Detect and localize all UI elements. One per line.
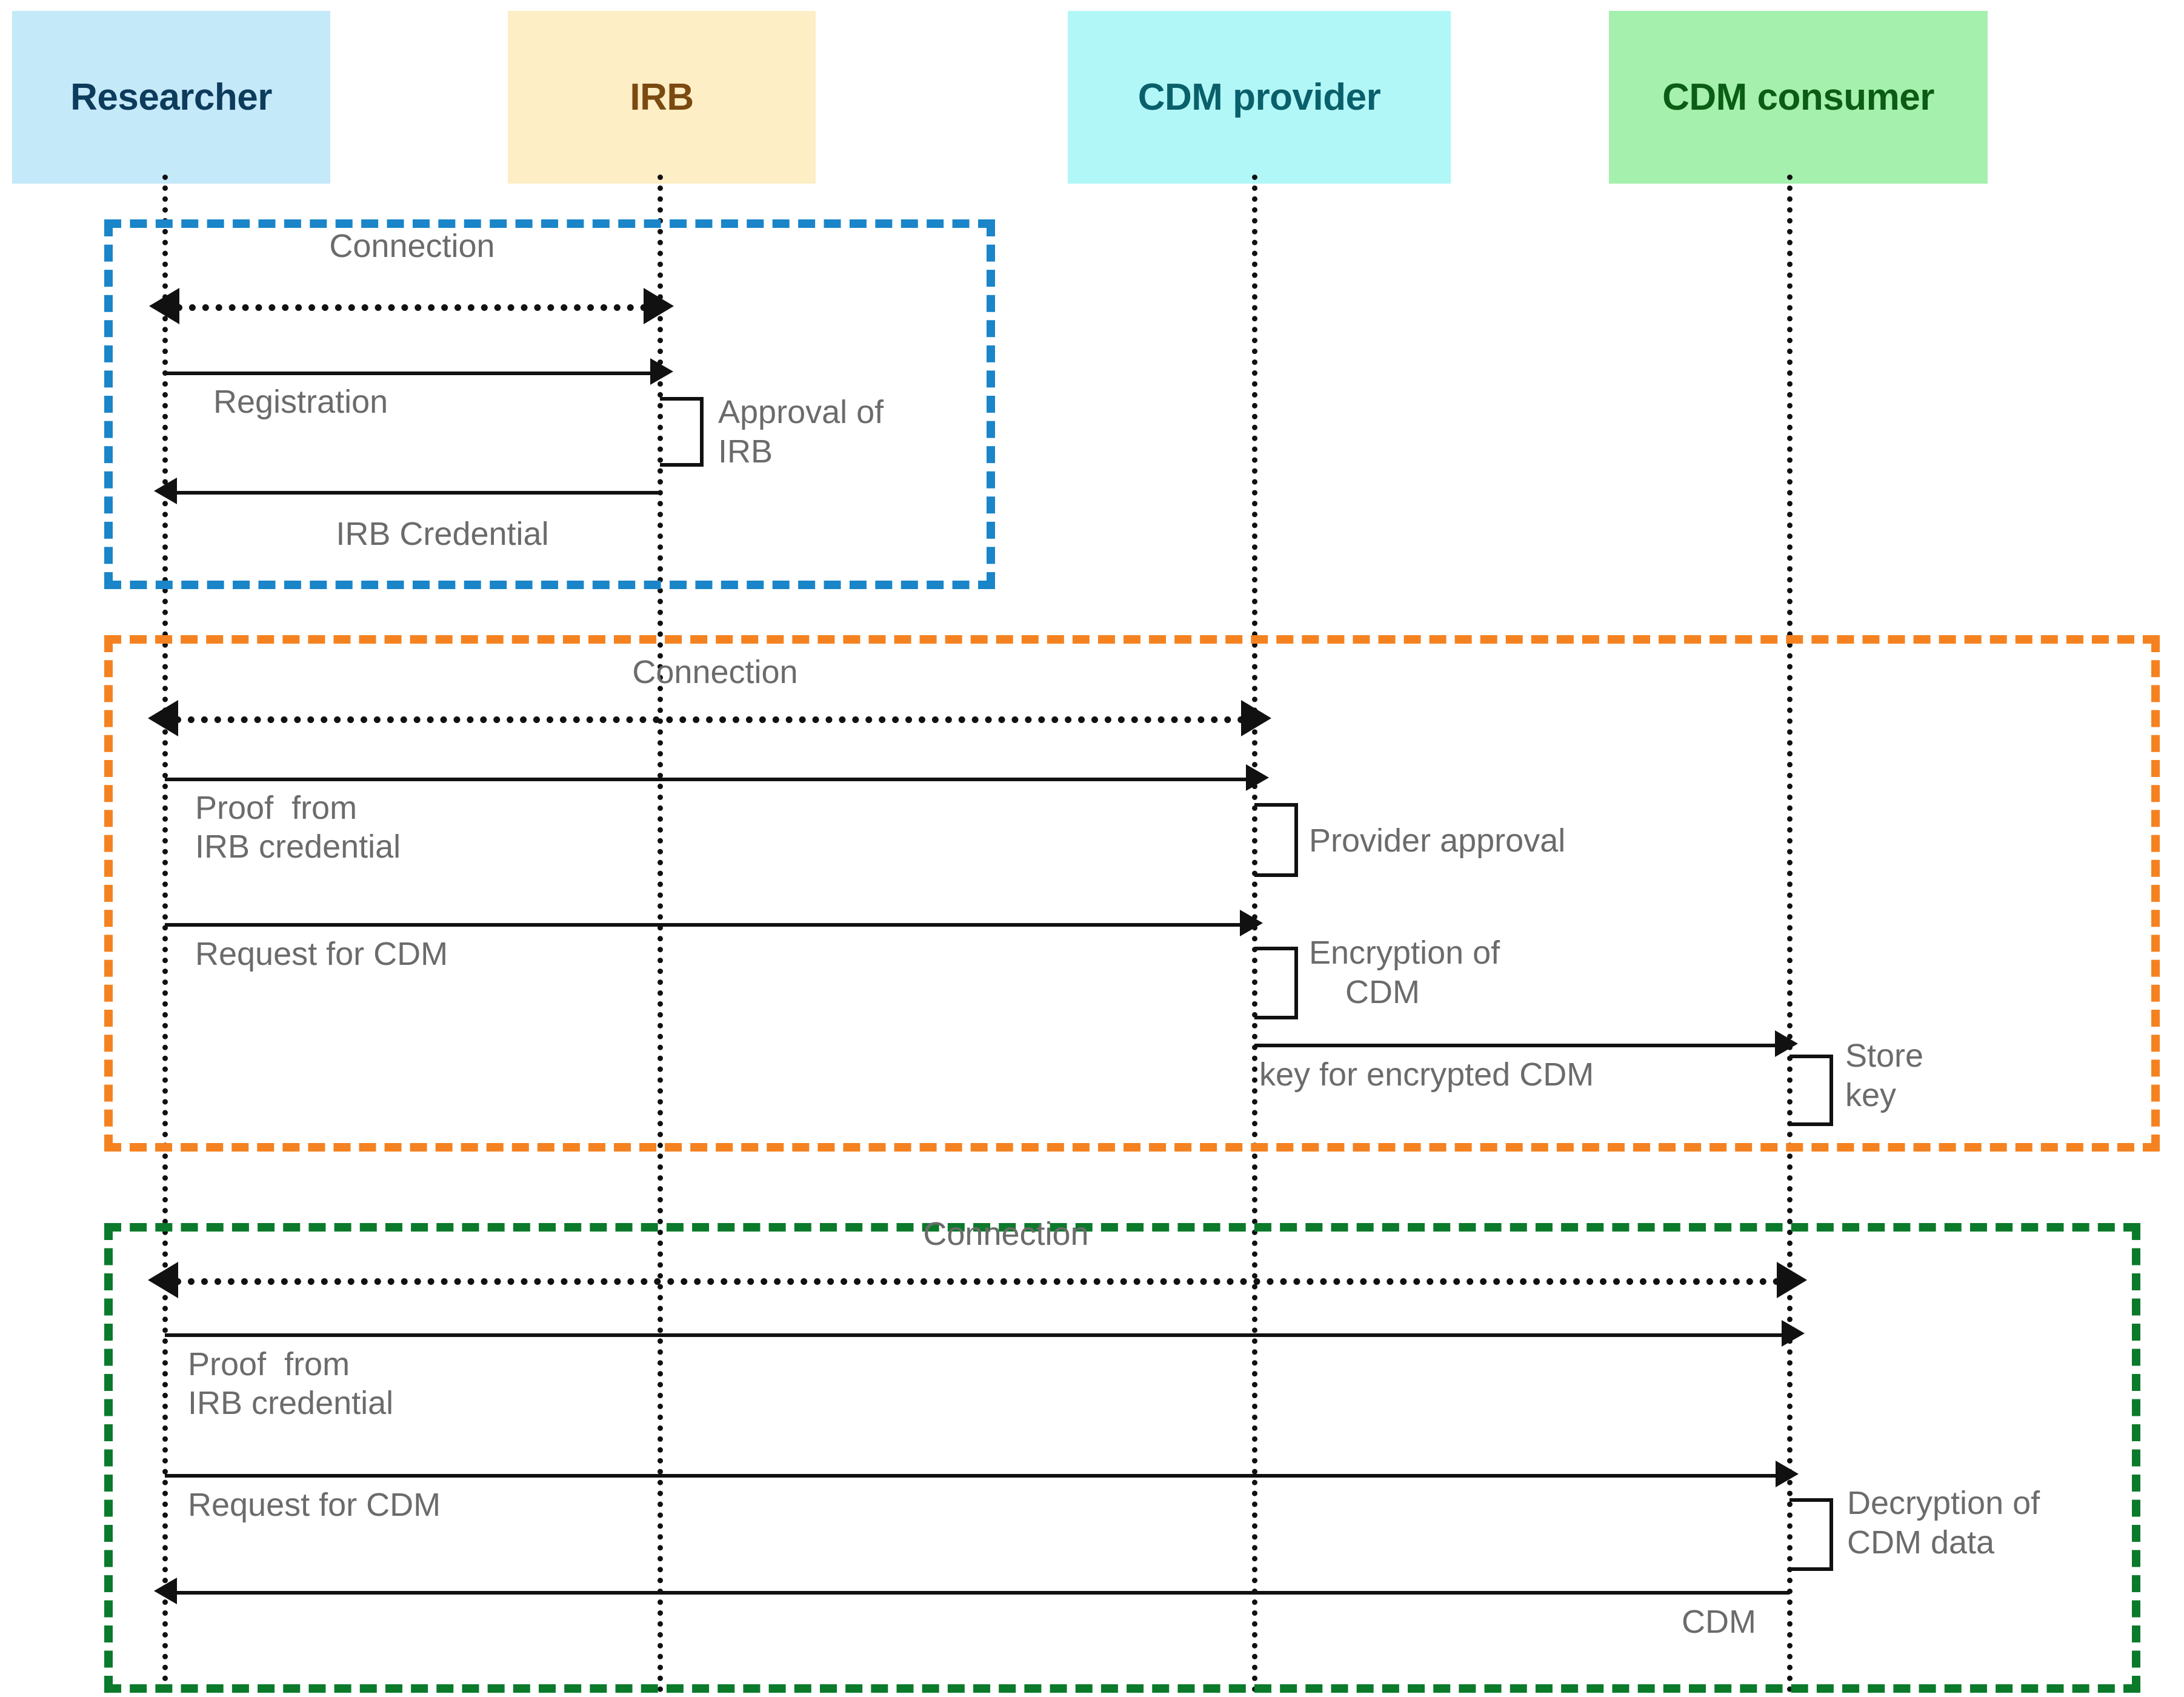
self-call-store-key: [1789, 1055, 1833, 1126]
actor-box-cdm-provider: CDM provider: [1068, 11, 1451, 184]
sequence-diagram-canvas: Researcher IRB CDM provider CDM consumer…: [0, 0, 2184, 1697]
message-line: [175, 716, 1245, 723]
actor-label-cdm-provider: CDM provider: [1137, 76, 1381, 118]
message-label-request-for-cdm-2: Request for CDM: [195, 936, 448, 972]
self-call-encryption-of-cdm: [1254, 947, 1298, 1019]
arrowhead-left-icon: [148, 1262, 178, 1298]
arrowhead-right-icon: [1782, 1320, 1805, 1347]
arrowhead-left-icon: [149, 288, 179, 324]
arrowhead-right-icon: [650, 358, 673, 385]
message-label-cdm: CDM: [1682, 1604, 1756, 1640]
self-call-provider-approval: [1254, 803, 1298, 877]
actor-label-irb: IRB: [630, 76, 694, 118]
message-line: [165, 923, 1242, 927]
message-label-irb-credential: IRB Credential: [336, 516, 549, 552]
arrowhead-right-icon: [1241, 700, 1271, 736]
message-line: [175, 1591, 1789, 1595]
actor-box-irb: IRB: [508, 11, 816, 184]
message-label-provider-approval: Provider approval: [1309, 822, 1566, 859]
message-label-proof-from-irb-credential-3: Proof from IRB credential: [188, 1346, 394, 1421]
message-label-store-key: Store key: [1845, 1038, 1924, 1113]
message-label-decryption-of-cdm-data: Decryption of CDM data: [1847, 1485, 2040, 1561]
message-line: [176, 304, 647, 311]
arrowhead-right-icon: [1775, 1030, 1798, 1057]
arrowhead-right-icon: [1777, 1262, 1807, 1298]
actor-label-cdm-consumer: CDM consumer: [1662, 76, 1934, 118]
message-label-proof-from-irb-credential-2: Proof from IRB credential: [195, 790, 401, 865]
arrowhead-right-icon: [1246, 764, 1269, 791]
message-line: [1254, 1044, 1777, 1047]
message-line: [175, 1278, 1780, 1285]
message-line: [165, 778, 1248, 781]
message-line: [175, 491, 659, 495]
message-line: [165, 1474, 1778, 1478]
message-label-request-for-cdm-3: Request for CDM: [188, 1487, 441, 1523]
message-label-approval-of-irb: Approval of IRB: [718, 394, 884, 470]
message-label-connection-1: Connection: [329, 228, 495, 264]
actor-box-cdm-consumer: CDM consumer: [1609, 11, 1988, 184]
arrowhead-right-icon: [644, 288, 674, 324]
message-label-registration: Registration: [213, 384, 388, 420]
self-call-decryption-of-cdm-data: [1789, 1498, 1833, 1571]
message-label-key-for-encrypted-cdm: key for encrypted CDM: [1259, 1056, 1594, 1093]
arrowhead-left-icon: [154, 1578, 177, 1604]
arrowhead-left-icon: [148, 700, 178, 736]
actor-box-researcher: Researcher: [12, 11, 330, 184]
message-label-connection-3: Connection: [923, 1216, 1089, 1252]
arrowhead-right-icon: [1776, 1461, 1799, 1487]
message-line: [165, 1333, 1784, 1337]
message-label-connection-2: Connection: [632, 654, 798, 690]
actor-label-researcher: Researcher: [70, 76, 272, 118]
message-label-encryption-of-cdm: Encryption of CDM: [1309, 935, 1500, 1010]
message-line: [165, 372, 653, 375]
arrowhead-right-icon: [1240, 910, 1263, 936]
self-call-approval-of-irb: [660, 397, 704, 467]
arrowhead-left-icon: [154, 478, 177, 504]
